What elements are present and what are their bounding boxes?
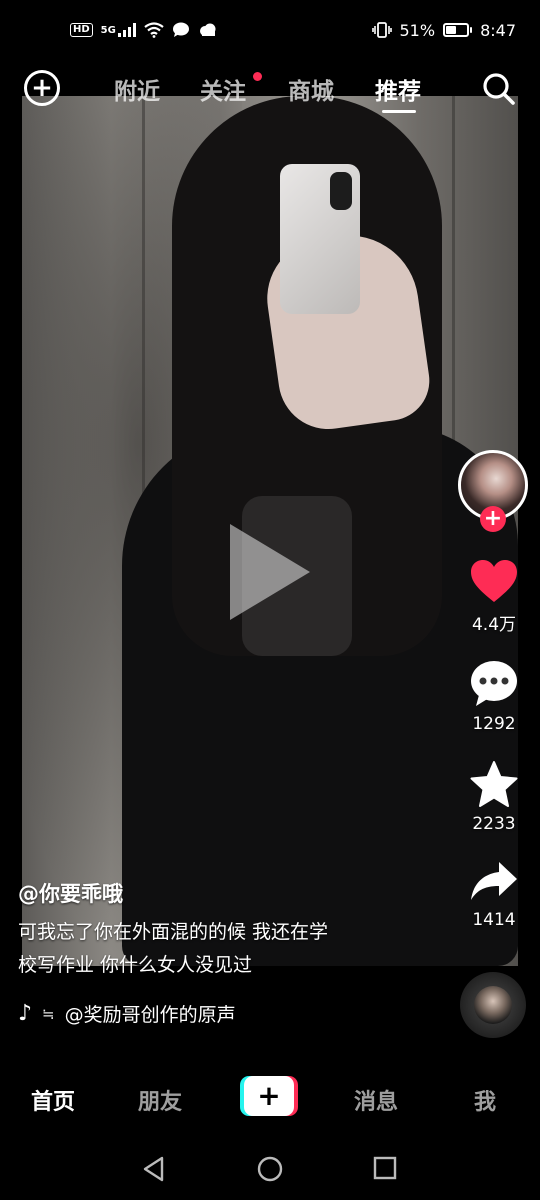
status-left: HD 5G — [70, 22, 218, 38]
tab-home[interactable]: 首页 — [31, 1084, 75, 1116]
top-nav: + 附近 关注 商城 推荐 — [0, 64, 540, 114]
music-title: @奖励哥创作的原声 — [64, 1004, 236, 1026]
comment-count: 1292 — [472, 714, 516, 734]
status-bar: HD 5G 51% 8:47 — [0, 0, 540, 60]
vibrate-icon — [371, 22, 392, 38]
battery-percent: 51% — [399, 20, 436, 40]
status-time: 8:47 — [480, 20, 516, 40]
video-caption: @你要乖哦 可我忘了你在外面混的的候 我还在学 校写作业 你什么女人没见过 — [18, 878, 418, 982]
caption-line-2: 校写作业 你什么女人没见过 — [18, 954, 253, 976]
comment-button[interactable]: 1292 — [456, 660, 532, 734]
music-note-icon: ♪ — [18, 1001, 33, 1026]
heart-icon — [471, 560, 517, 602]
battery-fill — [446, 26, 457, 34]
caption-line-1: 可我忘了你在外面混的的候 我还在学 — [18, 921, 329, 943]
create-button[interactable]: + — [240, 1076, 298, 1116]
cloud-icon — [199, 23, 216, 36]
tab-following[interactable]: 关注 — [200, 72, 246, 106]
tab-me[interactable]: 我 — [474, 1084, 496, 1116]
back-icon[interactable] — [142, 1156, 166, 1182]
tab-messages[interactable]: 消息 — [354, 1084, 398, 1116]
bottom-tab-bar: 首页 朋友 + 消息 我 — [0, 1060, 540, 1136]
home-icon[interactable] — [257, 1156, 283, 1182]
share-count: 1414 — [472, 910, 516, 930]
share-button[interactable]: 1414 — [456, 860, 532, 930]
chat-icon — [172, 22, 189, 37]
wifi-icon — [144, 22, 164, 38]
video-phone — [280, 164, 360, 314]
star-icon — [470, 761, 518, 807]
status-right: 51% 8:47 — [371, 20, 516, 40]
favorite-button[interactable]: 2233 — [456, 760, 532, 834]
system-nav-bar — [0, 1136, 540, 1200]
network-type: 5G — [100, 24, 116, 36]
hd-badge: HD — [70, 23, 93, 37]
follow-button[interactable]: + — [480, 506, 506, 532]
tab-nearby[interactable]: 附近 — [114, 72, 160, 106]
like-button[interactable]: 4.4万 — [456, 558, 532, 635]
tab-recommended[interactable]: 推荐 — [375, 72, 421, 106]
music-disc[interactable] — [460, 972, 526, 1038]
like-count: 4.4万 — [471, 615, 517, 635]
tab-friends[interactable]: 朋友 — [138, 1084, 182, 1116]
music-disc-avatar — [474, 986, 512, 1024]
favorite-count: 2233 — [472, 814, 516, 834]
add-circle-icon[interactable]: + — [24, 70, 60, 106]
active-tab-underline — [382, 110, 416, 113]
battery-icon — [443, 23, 473, 37]
tab-mall[interactable]: 商城 — [288, 72, 334, 106]
author-name[interactable]: @你要乖哦 — [18, 878, 418, 908]
video-player[interactable] — [22, 96, 518, 966]
comment-bubble-icon — [471, 661, 517, 706]
play-icon[interactable] — [230, 524, 310, 620]
recents-icon[interactable] — [373, 1156, 397, 1180]
create-plus-icon: + — [244, 1076, 294, 1116]
signal-icon — [117, 23, 136, 37]
music-wave-icon: ≒ — [42, 1004, 55, 1023]
music-info[interactable]: ♪ ≒ @奖励哥创作的原声 — [18, 1000, 236, 1027]
search-icon[interactable] — [482, 72, 516, 106]
share-arrow-icon — [471, 862, 517, 900]
notification-dot — [253, 72, 262, 81]
